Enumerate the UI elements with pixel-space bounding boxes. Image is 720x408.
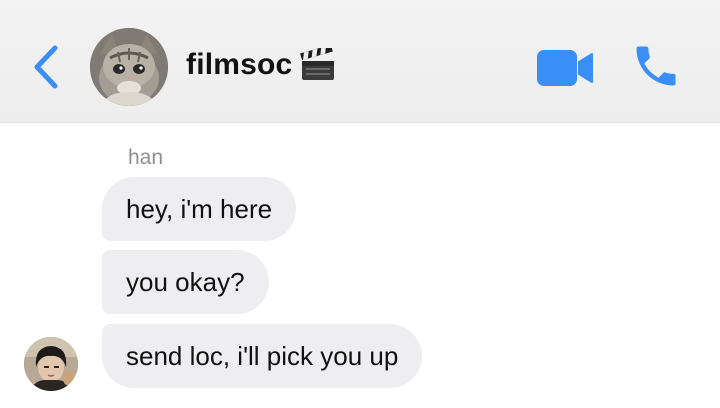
kitten-avatar-image <box>90 28 168 106</box>
chevron-left-icon <box>34 45 58 89</box>
phone-icon <box>636 46 676 86</box>
message-bubble[interactable]: hey, i'm here <box>102 177 297 241</box>
chat-screen: filmsoc han hey, i'm here you okay? send… <box>0 0 720 408</box>
message-bubble[interactable]: send loc, i'll pick you up <box>102 324 423 388</box>
chat-title-text: filmsoc <box>186 48 293 81</box>
message-text: you okay? <box>126 266 245 297</box>
chat-header: filmsoc <box>0 0 720 123</box>
voice-call-button[interactable] <box>630 40 682 92</box>
back-button[interactable] <box>28 42 64 92</box>
person-avatar-image <box>24 337 78 391</box>
clapper-board-icon <box>300 44 336 82</box>
message-text: hey, i'm here <box>126 193 273 224</box>
group-avatar[interactable] <box>90 28 168 106</box>
video-camera-icon <box>537 50 593 86</box>
video-call-button[interactable] <box>536 48 594 88</box>
sender-avatar[interactable] <box>24 337 78 391</box>
sender-name: han <box>128 146 164 169</box>
chat-title[interactable]: filmsoc <box>186 44 336 82</box>
message-text: send loc, i'll pick you up <box>126 340 399 371</box>
message-bubble[interactable]: you okay? <box>102 250 269 314</box>
